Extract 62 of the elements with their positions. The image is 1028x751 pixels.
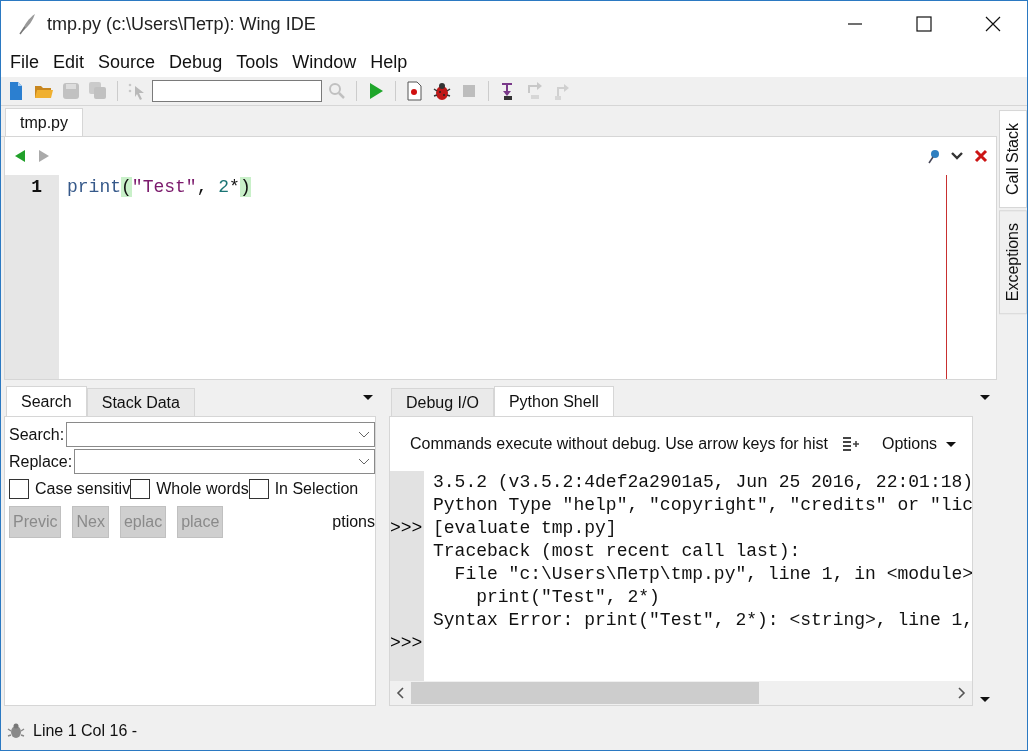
bug-icon[interactable]	[432, 81, 452, 101]
horizontal-scrollbar[interactable]	[390, 681, 972, 705]
minimize-icon	[846, 23, 863, 25]
line-number: 1	[30, 177, 43, 197]
panel-tab[interactable]: Debug I/O	[391, 388, 494, 416]
menu-item[interactable]: Edit	[46, 51, 92, 73]
panel-tab[interactable]: Stack Data	[86, 388, 195, 416]
close-icon[interactable]	[974, 149, 988, 163]
options-menu[interactable]: Options	[881, 435, 958, 453]
menu-item[interactable]: Debug	[162, 51, 230, 73]
window-title: tmp.py (c:\Users\Петр): Wing IDE	[47, 13, 316, 35]
checkbox-label: In Selection	[274, 479, 360, 498]
field-label: Search:	[9, 425, 66, 444]
menu-item[interactable]: Tools	[229, 51, 286, 73]
menu-item[interactable]: Window	[285, 51, 364, 73]
side-tab[interactable]: Exceptions	[999, 210, 1027, 315]
shell-output-line: [evaluate tmp.py]	[433, 517, 618, 540]
combo-field[interactable]	[66, 422, 375, 447]
feather-icon	[17, 12, 37, 36]
file-tab[interactable]: tmp.py	[5, 108, 83, 136]
checkbox[interactable]	[130, 478, 151, 499]
combo-field[interactable]	[74, 449, 375, 474]
back-arrow-icon[interactable]	[13, 149, 27, 163]
menu-item[interactable]: Help	[363, 51, 415, 73]
menu-item[interactable]: Source	[91, 51, 163, 73]
chevron-down-icon	[358, 430, 370, 439]
code-line: print("Test", 2*)	[67, 177, 251, 197]
search-field[interactable]	[152, 80, 322, 102]
forward-arrow-icon[interactable]	[37, 149, 51, 163]
options-menu[interactable]: ptions	[332, 513, 375, 531]
panel-menu-icon[interactable]	[979, 696, 991, 703]
shell-output-line: Python Type "help", "copyright", "credits" or "lic	[433, 494, 972, 517]
maximize-icon	[915, 16, 932, 32]
list-add-icon[interactable]	[841, 436, 860, 452]
field-label: Replace:	[9, 452, 74, 471]
panel-menu-icon[interactable]	[979, 394, 991, 401]
chevron-down-icon	[358, 457, 370, 466]
checkbox-label: Whole words	[156, 479, 250, 498]
status-text: Line 1 Col 16 -	[33, 722, 138, 740]
shell-output-line: print("Test", 2*)	[475, 586, 661, 609]
checkbox[interactable]	[248, 478, 269, 499]
checkbox[interactable]	[9, 478, 29, 499]
shell-output-line: 3.5.2 (v3.5.2:4def2a2901a5, Jun 25 2016, 22:01:18)	[433, 471, 972, 494]
panel-tab[interactable]: Search	[6, 386, 87, 416]
close-icon	[984, 16, 1001, 32]
scroll-left-icon[interactable]	[396, 687, 405, 699]
panel-tab[interactable]: Python Shell	[493, 386, 614, 416]
shell-output-line: Traceback (most recent call last):	[433, 540, 802, 563]
checkbox-label: Case sensitiv	[35, 479, 132, 498]
panel-menu-icon[interactable]	[362, 394, 374, 401]
breakpoint-icon[interactable]	[405, 81, 425, 101]
shell-prompt: >>>	[390, 632, 424, 655]
menu-item[interactable]: File	[3, 51, 46, 73]
scroll-right-icon[interactable]	[957, 687, 966, 699]
shell-prompt: >>>	[390, 517, 424, 540]
shell-output-line: Syntax Error: print("Test", 2*): <string>, line 1,	[433, 609, 972, 632]
shell-output-line: File "c:\Users\Петр\tmp.py", line 1, in <module>	[453, 563, 972, 586]
shell-hint: Commands execute without debug. Use arrow keys for hist	[410, 435, 828, 453]
pin-icon[interactable]	[926, 148, 940, 164]
dropdown-arrow-icon[interactable]	[945, 440, 958, 448]
bug-icon	[7, 722, 25, 740]
side-tab[interactable]: Call Stack	[999, 110, 1027, 209]
